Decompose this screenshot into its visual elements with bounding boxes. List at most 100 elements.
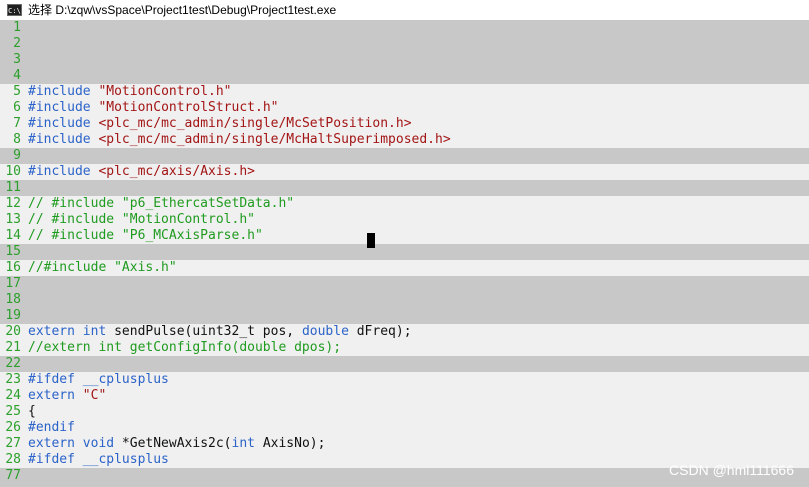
code-token-kw: #ifdef __cplusplus xyxy=(28,372,169,387)
code-token-pln: AxisNo); xyxy=(262,436,326,451)
line-number: 24 xyxy=(5,388,21,403)
code-line: 21 //extern int getConfigInfo(double dpos… xyxy=(0,340,809,356)
code-line: 1 xyxy=(0,20,809,36)
code-token-kw: extern int xyxy=(28,324,115,339)
line-number: 14 xyxy=(5,228,21,243)
code-line: 23 #ifdef __cplusplus xyxy=(0,372,809,388)
watermark: CSDN @hml111666 xyxy=(669,462,794,478)
code-token-kw: #ifdef __cplusplus xyxy=(28,452,169,467)
code-line: 18 xyxy=(0,292,809,308)
line-number: 11 xyxy=(5,180,21,195)
line-number: 27 xyxy=(5,436,21,451)
window-title: 选择 D:\zqw\vsSpace\Project1test\Debug\Pro… xyxy=(28,3,337,17)
code-line: 27 extern void *GetNewAxis2c(int AxisNo); xyxy=(0,436,809,452)
code-token-kw: #include xyxy=(28,100,99,115)
code-token-kw: extern void xyxy=(28,436,122,451)
code-token-str: <plc_mc/mc_admin/single/McSetPosition.h> xyxy=(98,116,412,131)
code-text: // #include "P6_MCAxisParse.h" xyxy=(24,228,263,244)
code-text: #include <plc_mc/axis/Axis.h> xyxy=(24,164,255,180)
line-number: 16 xyxy=(5,260,21,275)
code-line: 25 { xyxy=(0,404,809,420)
code-token-kw: extern xyxy=(28,388,83,403)
code-token-kw: int xyxy=(231,436,263,451)
line-number: 3 xyxy=(13,52,21,67)
line-number: 28 xyxy=(5,452,21,467)
title-bar: C:\ 选择 D:\zqw\vsSpace\Project1test\Debug… xyxy=(0,0,809,19)
line-number: 8 xyxy=(13,132,21,147)
code-line: 10 #include <plc_mc/axis/Axis.h> xyxy=(0,164,809,180)
code-text: extern "C" xyxy=(24,388,106,404)
line-number: 18 xyxy=(5,292,21,307)
code-line: 3 xyxy=(0,52,809,68)
code-text: extern void *GetNewAxis2c(int AxisNo); xyxy=(24,436,325,452)
code-token-kw: #include xyxy=(28,164,99,179)
code-token-kw: #include xyxy=(28,116,99,131)
code-token-str: <plc_mc/axis/Axis.h> xyxy=(98,164,255,179)
code-line: 12 // #include "p6_EthercatSetData.h" xyxy=(0,196,809,212)
code-token-kw: #endif xyxy=(28,420,75,435)
code-text: extern int sendPulse(uint32_t pos, doubl… xyxy=(24,324,412,340)
code-line: 7 #include <plc_mc/mc_admin/single/McSetP… xyxy=(0,116,809,132)
code-line: 19 xyxy=(0,308,809,324)
code-text: // #include "MotionControl.h" xyxy=(24,212,255,228)
code-line: 11 xyxy=(0,180,809,196)
code-token-kw: #include xyxy=(28,84,99,99)
text-cursor xyxy=(367,233,375,248)
code-token-cmt: // #include "MotionControl.h" xyxy=(28,212,255,227)
line-number: 9 xyxy=(13,148,21,163)
line-number: 26 xyxy=(5,420,21,435)
code-text: #include <plc_mc/mc_admin/single/McSetPo… xyxy=(24,116,412,132)
line-number: 10 xyxy=(5,164,21,179)
line-number: 22 xyxy=(5,356,21,371)
line-number: 25 xyxy=(5,404,21,419)
code-line: 13 // #include "MotionControl.h" xyxy=(0,212,809,228)
code-token-cmt: // #include "P6_MCAxisParse.h" xyxy=(28,228,263,243)
line-number: 2 xyxy=(13,36,21,51)
line-number: 77 xyxy=(5,468,21,483)
code-token-cmt: // #include "p6_EthercatSetData.h" xyxy=(28,196,295,211)
line-number: 15 xyxy=(5,244,21,259)
code-line: 14 // #include "P6_MCAxisParse.h" xyxy=(0,228,809,244)
code-token-cmt: //#include "Axis.h" xyxy=(28,260,177,275)
code-line: 24 extern "C" xyxy=(0,388,809,404)
line-number: 5 xyxy=(13,84,21,99)
console-app-icon: C:\ xyxy=(7,3,22,16)
code-token-kw: #include xyxy=(28,132,99,147)
code-line: 9 xyxy=(0,148,809,164)
line-number: 21 xyxy=(5,340,21,355)
code-text: #ifdef __cplusplus xyxy=(24,452,169,468)
code-line: 16 //#include "Axis.h" xyxy=(0,260,809,276)
line-number: 12 xyxy=(5,196,21,211)
code-text: //extern int getConfigInfo(double dpos); xyxy=(24,340,341,356)
code-line: 15 xyxy=(0,244,809,260)
console-output[interactable]: 1 2 3 4 5 #include "MotionControl.h" 6 #include… xyxy=(0,20,809,487)
code-text: #include <plc_mc/mc_admin/single/McHaltS… xyxy=(24,132,451,148)
code-token-str: "MotionControlStruct.h" xyxy=(98,100,279,115)
code-text: #include "MotionControlStruct.h" xyxy=(24,100,278,116)
line-number: 23 xyxy=(5,372,21,387)
code-text: { xyxy=(24,404,36,420)
code-line: 17 xyxy=(0,276,809,292)
code-text: #endif xyxy=(24,420,75,436)
code-line: 6 #include "MotionControlStruct.h" xyxy=(0,100,809,116)
code-text: #ifdef __cplusplus xyxy=(24,372,169,388)
code-line: 22 xyxy=(0,356,809,372)
code-text: // #include "p6_EthercatSetData.h" xyxy=(24,196,294,212)
code-text: #include "MotionControl.h" xyxy=(24,84,232,100)
line-number: 13 xyxy=(5,212,21,227)
code-line: 20 extern int sendPulse(uint32_t pos, dou… xyxy=(0,324,809,340)
line-number: 20 xyxy=(5,324,21,339)
code-line: 4 xyxy=(0,68,809,84)
code-token-pln: dFreq); xyxy=(356,324,412,339)
code-token-str: "MotionControl.h" xyxy=(98,84,232,99)
line-number: 17 xyxy=(5,276,21,291)
code-line: 8 #include <plc_mc/mc_admin/single/McHalt… xyxy=(0,132,809,148)
code-line: 26 #endif xyxy=(0,420,809,436)
line-number: 7 xyxy=(13,116,21,131)
code-text: //#include "Axis.h" xyxy=(24,260,177,276)
code-line: 5 #include "MotionControl.h" xyxy=(0,84,809,100)
line-number: 19 xyxy=(5,308,21,323)
code-token-pln: *GetNewAxis2c( xyxy=(121,436,232,451)
code-token-str: <plc_mc/mc_admin/single/McHaltSuperimpos… xyxy=(98,132,451,147)
code-token-kw: double xyxy=(301,324,357,339)
